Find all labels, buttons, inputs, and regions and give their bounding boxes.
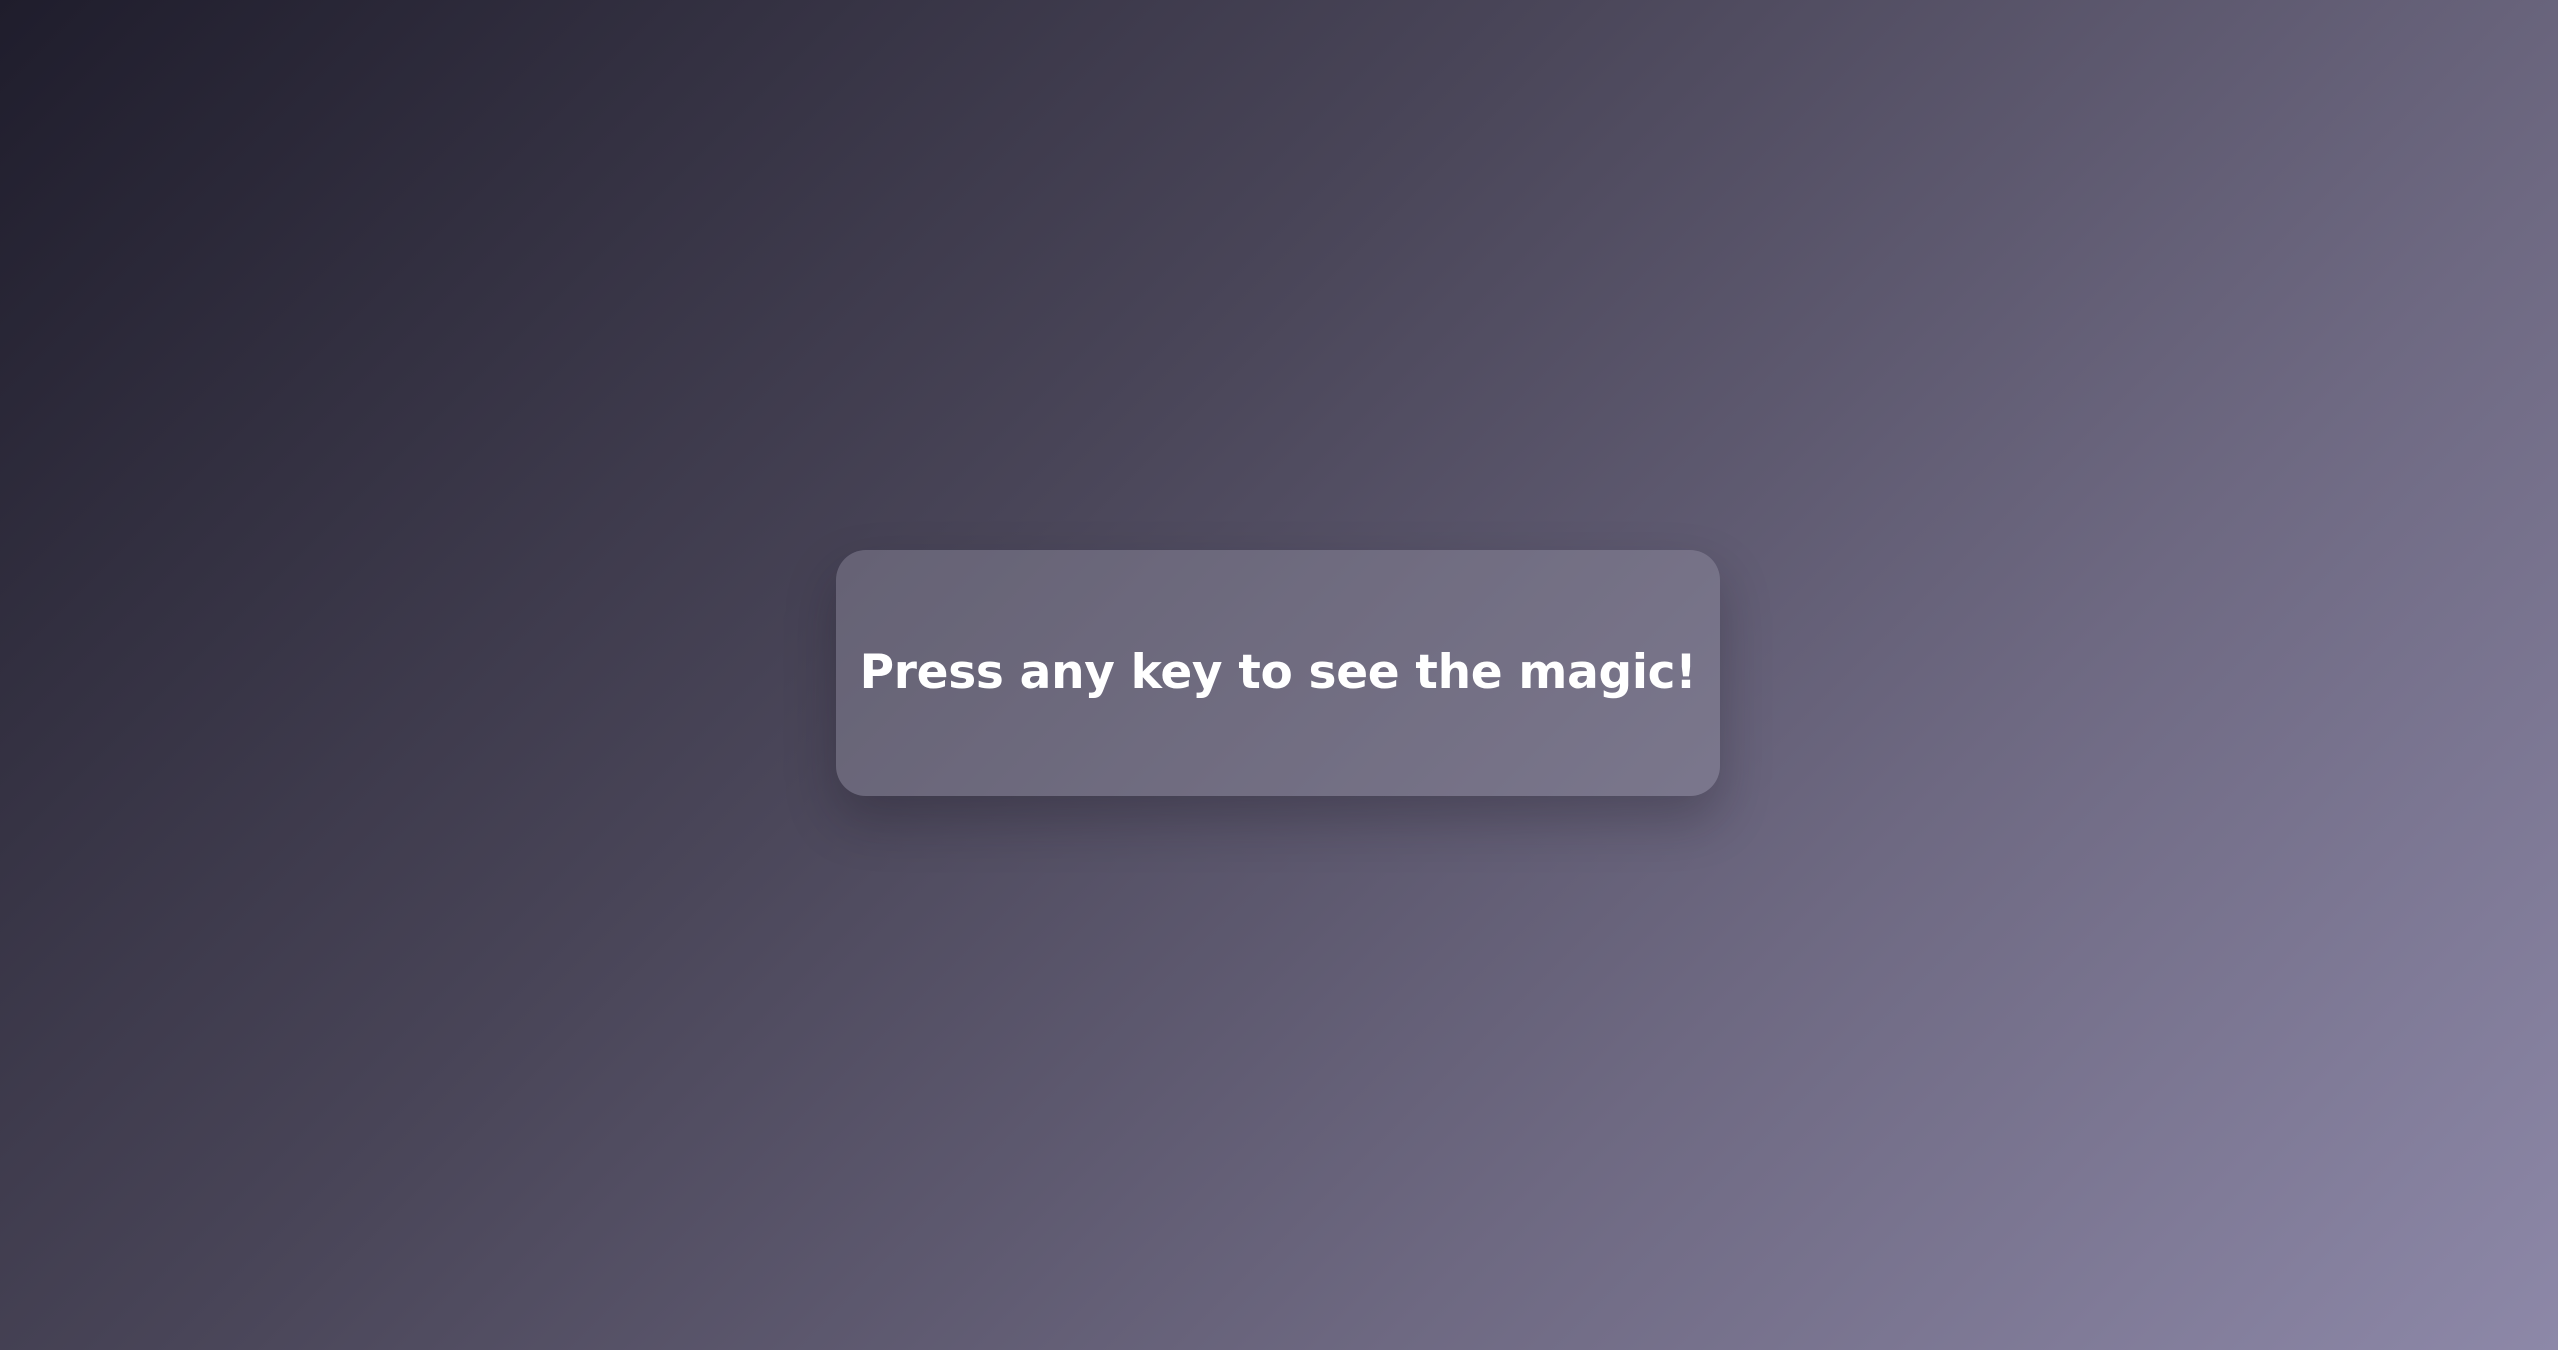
gradient-background: Press any key to see the magic! bbox=[0, 0, 2558, 1350]
press-key-message: Press any key to see the magic! bbox=[859, 644, 1697, 700]
message-card: Press any key to see the magic! bbox=[836, 550, 1720, 796]
